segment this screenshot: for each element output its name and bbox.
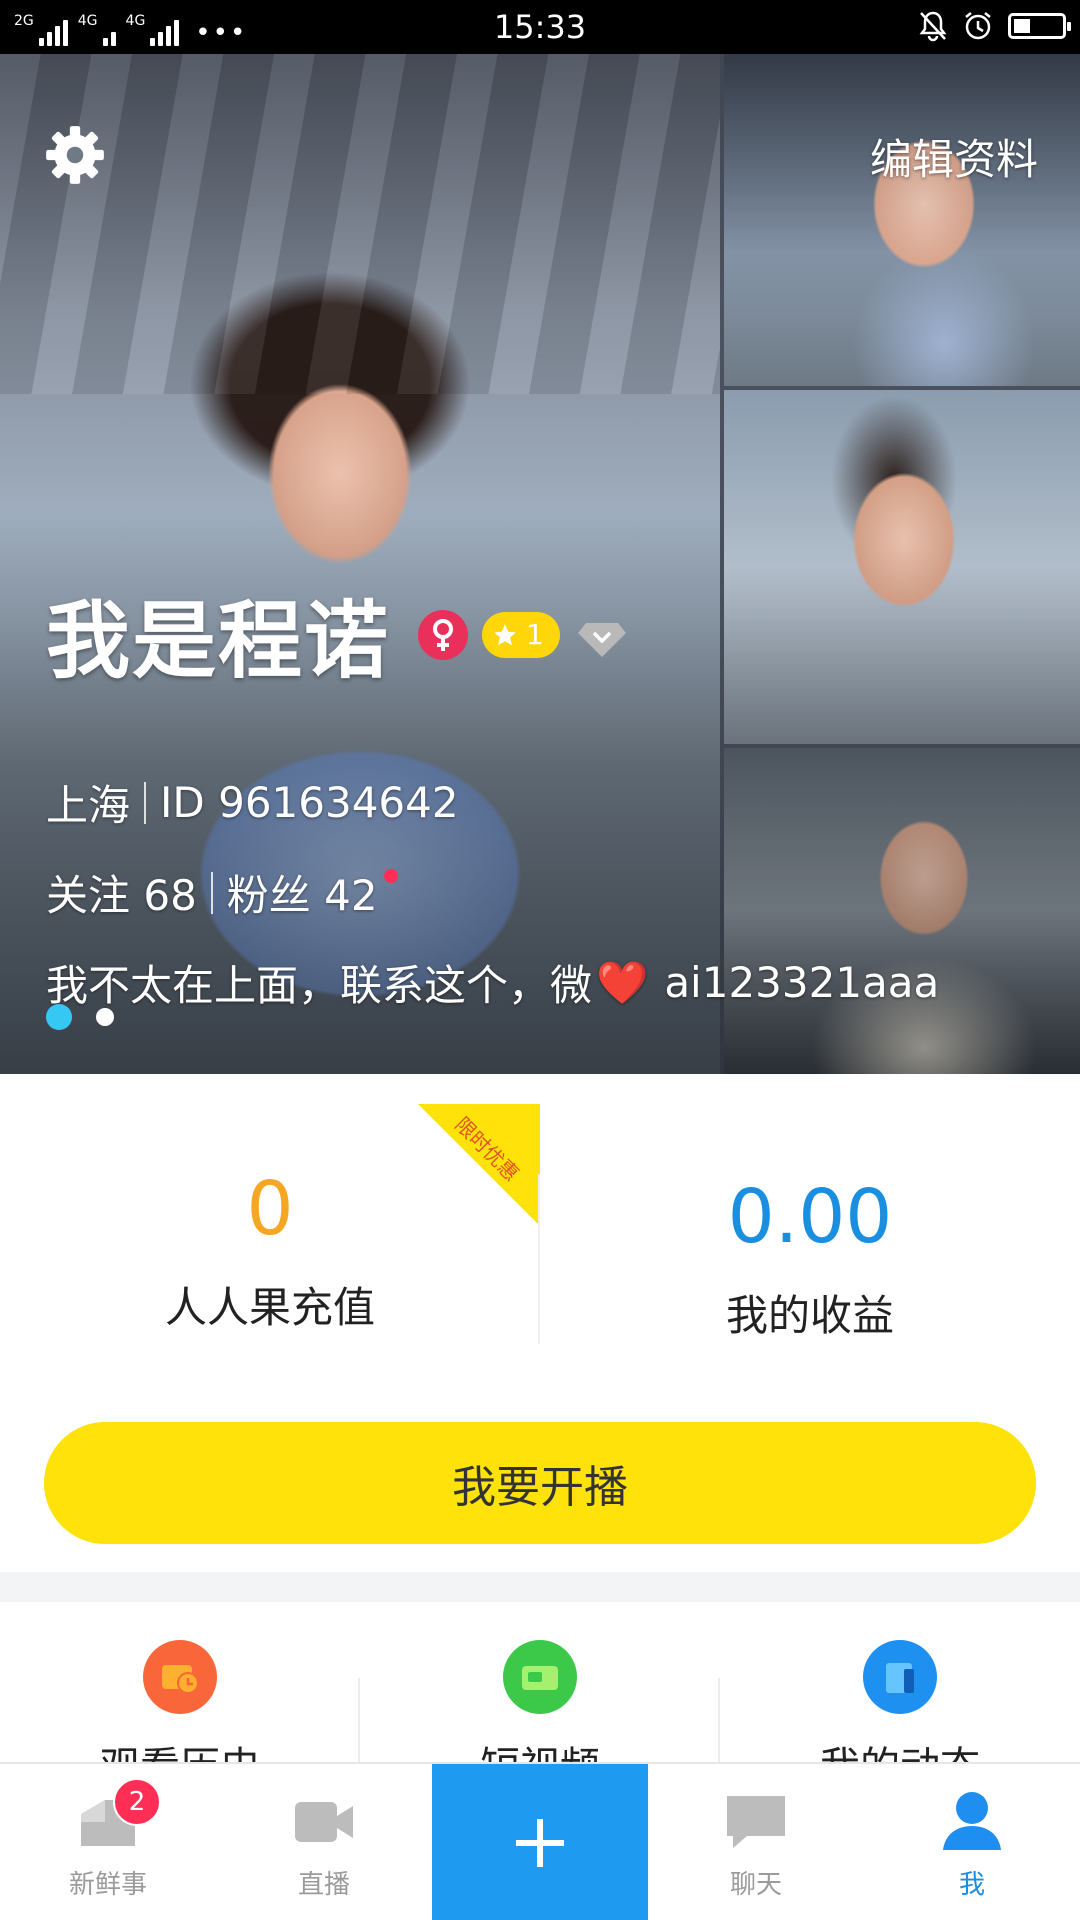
name-row: 我是程诺 1 <box>46 574 628 695</box>
heart-emoji-icon: ❤️ <box>596 957 649 1007</box>
chat-icon <box>721 1786 791 1856</box>
limited-offer-ribbon: 限时优惠 <box>418 1104 540 1226</box>
edit-profile-button[interactable]: 编辑资料 <box>870 126 1038 187</box>
moments-icon <box>863 1640 937 1714</box>
page-dot-active <box>46 1004 72 1030</box>
start-live-button[interactable]: 我要开播 <box>44 1422 1036 1544</box>
tab-me[interactable]: 我 <box>864 1764 1080 1920</box>
section-divider <box>0 1572 1080 1602</box>
tab-live[interactable]: 直播 <box>216 1764 432 1920</box>
tab-feed[interactable]: 2 新鲜事 <box>0 1764 216 1920</box>
star-icon <box>494 623 516 645</box>
video-icon <box>503 1640 577 1714</box>
live-camera-icon <box>289 1786 359 1856</box>
following-count[interactable]: 关注 68 <box>46 862 197 923</box>
alarm-icon <box>965 12 991 40</box>
earnings-card[interactable]: 0.00 我的收益 <box>540 1074 1080 1404</box>
level-badge[interactable]: 1 <box>482 611 560 658</box>
tab-chat[interactable]: 聊天 <box>648 1764 864 1920</box>
battery-icon <box>1008 13 1071 39</box>
history-icon <box>143 1640 217 1714</box>
female-icon <box>418 609 469 660</box>
follow-stats-row: 关注 68 粉丝 42 <box>46 862 398 923</box>
page-dot <box>96 1008 114 1026</box>
status-bar: 2G 4G 4G ••• 15:33 <box>0 0 1080 54</box>
bio-text: 我不太在上面，联系这个，微 ❤️ ai123321aaa <box>46 957 940 1011</box>
user-id: ID 961634642 <box>160 778 459 827</box>
bottom-tab-bar: 2 新鲜事 直播 聊天 我 <box>0 1762 1080 1920</box>
location-id-row: 上海 ID 961634642 <box>46 772 459 833</box>
photo-page-indicator <box>46 1004 114 1030</box>
plus-icon <box>516 1819 564 1867</box>
profile-icon <box>937 1786 1007 1856</box>
profile-header: 编辑资料 我是程诺 1 上海 ID 961634642 关注 68 粉丝 42 … <box>0 54 1080 1074</box>
username: 我是程诺 <box>46 592 391 690</box>
diamond-icon[interactable] <box>576 609 628 661</box>
earnings-value: 0.00 <box>727 1174 893 1260</box>
feed-icon: 2 <box>73 1778 161 1856</box>
earnings-label: 我的收益 <box>725 1291 894 1340</box>
mute-bell-icon <box>919 11 947 42</box>
fans-count[interactable]: 粉丝 42 <box>227 862 378 923</box>
settings-gear-icon[interactable] <box>42 122 108 188</box>
recharge-label: 人人果充值 <box>164 1283 375 1332</box>
new-fans-dot <box>383 868 398 883</box>
add-post-button[interactable] <box>432 1764 648 1920</box>
city-label: 上海 <box>46 781 131 830</box>
wallet-section: 0 人人果充值 限时优惠 0.00 我的收益 <box>0 1074 1080 1404</box>
notification-badge: 2 <box>113 1778 161 1826</box>
shortcut-row: 观看历史 短视频 我的动态 <box>0 1602 1080 1790</box>
